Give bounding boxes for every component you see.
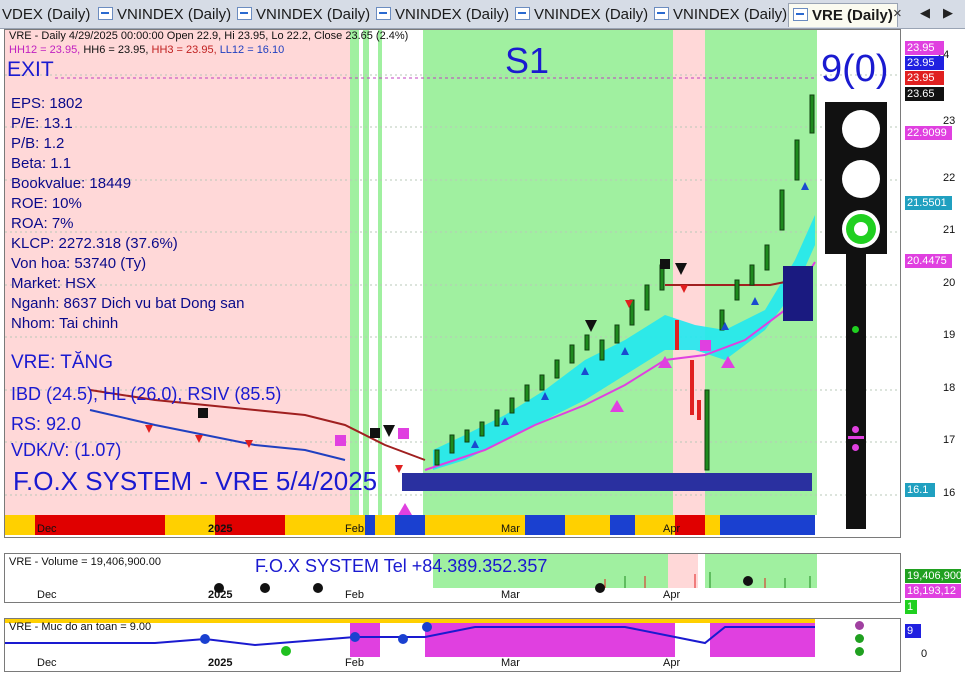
signal-label: 9(0) <box>821 48 889 90</box>
tab-vnindex-1[interactable]: VNINDEX (Daily) <box>98 3 231 26</box>
volume-header: VRE - Volume = 19,406,900.00 <box>9 556 161 568</box>
s1-label: S1 <box>505 40 550 81</box>
month-label: Dec <box>37 657 57 669</box>
von-hoa: Von hoa: 53740 (Ty) <box>11 255 147 272</box>
month-label: Feb <box>345 589 364 601</box>
tab-vnindex-5[interactable]: VNINDEX (Daily) <box>654 3 787 26</box>
highs-lows-line: HH12 = 23.95, HH6 = 23.95, HH3 = 23.95, … <box>9 44 285 56</box>
bookvalue: Bookvalue: 18449 <box>11 175 132 192</box>
month-label: Feb <box>345 523 364 535</box>
base-box <box>402 473 812 491</box>
pole-green-dot <box>852 326 859 333</box>
y-tick: 19 <box>943 329 956 341</box>
legend-green-dot <box>855 647 864 656</box>
chart-tab-icon <box>793 8 808 21</box>
tab-vdex[interactable]: VDEX (Daily) <box>2 3 90 26</box>
price-tag: 16.1 <box>905 483 935 497</box>
month-label: Dec <box>37 523 57 535</box>
trend-label: VRE: TĂNG <box>11 352 114 373</box>
chart-tab-icon <box>515 7 530 20</box>
volume-tag: 1 <box>905 600 917 614</box>
traffic-light-bottom-icon <box>842 210 880 248</box>
safety-tag: 9 <box>905 624 921 638</box>
month-label: Apr <box>663 523 681 535</box>
scroll-tabs-right-icon[interactable]: ▶ <box>943 5 953 21</box>
tab-vnindex-3[interactable]: VNINDEX (Daily) <box>376 3 509 26</box>
volume-tag: 19,406,900 <box>905 569 963 583</box>
price-tag: 23.65 <box>905 87 944 101</box>
roe: ROE: 10% <box>11 195 82 212</box>
tab-bar: VDEX (Daily) VNINDEX (Daily) VNINDEX (Da… <box>0 0 965 29</box>
eps: EPS: 1802 <box>11 95 83 112</box>
nganh: Nganh: 8637 Dich vu bat Dong san <box>11 295 245 312</box>
legend-green-dot <box>855 634 864 643</box>
beta: Beta: 1.1 <box>11 155 72 172</box>
system-banner: F.O.X SYSTEM - VRE 5/4/2025 <box>13 466 378 496</box>
month-label: 2025 <box>208 523 233 535</box>
month-label: Apr <box>663 589 681 601</box>
pole-magenta-bar <box>848 436 864 439</box>
legend-purple-dot <box>855 621 864 630</box>
roa: ROA: 7% <box>11 215 74 232</box>
price-tag: 23.95 <box>905 56 944 70</box>
month-label: Mar <box>501 657 520 669</box>
y-tick: 21 <box>943 224 956 236</box>
chart-tab-icon <box>376 7 391 20</box>
price-tag: 23.95 <box>905 41 944 55</box>
month-label: Dec <box>37 589 57 601</box>
klcp: KLCP: 2272.318 (37.6%) <box>11 235 178 252</box>
chart-tab-icon <box>654 7 669 20</box>
price-tag: 22.9099 <box>905 126 952 140</box>
y-tick: 16 <box>943 487 956 499</box>
y-tick: 17 <box>943 434 956 446</box>
market: Market: HSX <box>11 275 97 292</box>
chart-tab-icon <box>237 7 252 20</box>
y-tick: 20 <box>943 277 956 289</box>
month-label: Mar <box>501 589 520 601</box>
y-tick: 0 <box>921 648 928 660</box>
month-label: 2025 <box>208 657 233 669</box>
tab-vre-active[interactable]: VRE (Daily) <box>788 3 898 27</box>
pb: P/B: 1.2 <box>11 135 65 152</box>
month-label: Apr <box>663 657 681 669</box>
safety-header: VRE - Muc do an toan = 9.00 <box>9 621 152 633</box>
price-tag: 23.95 <box>905 71 944 85</box>
tab-vnindex-4[interactable]: VNINDEX (Daily) <box>515 3 648 26</box>
rs-label: RS: 92.0 <box>11 414 82 434</box>
signal-pole <box>846 254 866 529</box>
traffic-light-top-icon <box>842 110 880 148</box>
fundamentals-list: EPS: 1802 P/E: 13.1 P/B: 1.2 Beta: 1.1 B… <box>11 94 245 334</box>
pole-magenta-dot <box>852 444 859 451</box>
price-chart-pane[interactable]: VRE - Daily 4/29/2025 00:00:00 Open 22.9… <box>4 29 901 538</box>
y-tick: 22 <box>943 172 956 184</box>
price-tag: 21.5501 <box>905 196 952 210</box>
scroll-tabs-left-icon[interactable]: ◀ <box>920 5 930 21</box>
price-tag: 20.4475 <box>905 254 952 268</box>
volume-banner: F.O.X SYSTEM Tel +84.389.352.357 <box>255 556 548 576</box>
pe: P/E: 13.1 <box>11 115 73 132</box>
exit-label: EXIT <box>7 58 54 81</box>
chart-tab-icon <box>98 7 113 20</box>
navy-box <box>783 266 813 321</box>
month-label: Feb <box>345 657 364 669</box>
pole-magenta-dot <box>852 426 859 433</box>
volume-pane[interactable]: VRE - Volume = 19,406,900.00 F.O.X SYSTE… <box>4 553 901 603</box>
tab-vnindex-2[interactable]: VNINDEX (Daily) <box>237 3 370 26</box>
safety-pane[interactable]: VRE - Muc do an toan = 9.00 Dec 2025 Feb… <box>4 618 901 672</box>
nhom: Nhom: Tai chinh <box>11 315 119 332</box>
volume-tag: 18,193,12 <box>905 584 961 598</box>
traffic-light-middle-icon <box>842 160 880 198</box>
month-label: Mar <box>501 523 520 535</box>
price-scale[interactable]: 24 23 22 21 20 19 18 17 16 <box>900 29 963 536</box>
tab-close-icon[interactable]: × <box>893 5 902 22</box>
y-tick: 18 <box>943 382 956 394</box>
vdk-label: VDK/V: (1.07) <box>11 440 122 460</box>
month-label: 2025 <box>208 589 233 601</box>
price-header: VRE - Daily 4/29/2025 00:00:00 Open 22.9… <box>9 30 409 42</box>
ibd-label: IBD (24.5), HL (26.0), RSIV (85.5) <box>11 384 282 404</box>
